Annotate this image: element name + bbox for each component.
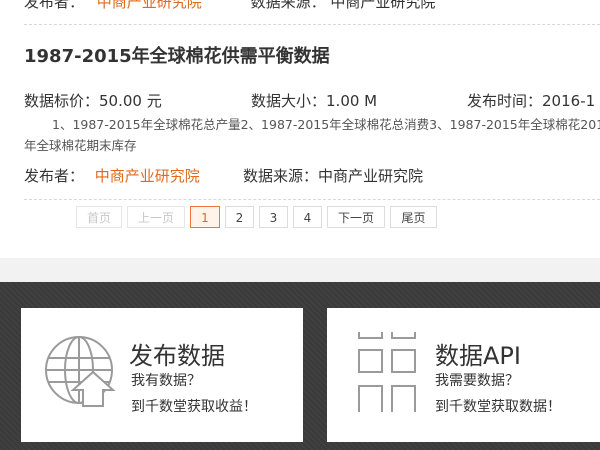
- source-label: 数据来源：: [250, 0, 326, 10]
- last-page-button[interactable]: 尾页: [390, 206, 437, 228]
- price-value: 50.00 元: [99, 92, 162, 110]
- divider: [24, 24, 600, 25]
- size-value: 1.00 M: [326, 92, 378, 110]
- grid-icon: [358, 332, 416, 412]
- first-page-button[interactable]: 首页: [76, 206, 122, 228]
- page-3-button[interactable]: 3: [259, 206, 288, 228]
- publisher-label: 发布者：: [24, 167, 85, 185]
- data-api-card[interactable]: 数据API 我需要数据？ 到千数堂获取数据！: [327, 308, 600, 442]
- time-label: 发布时间：: [467, 92, 543, 110]
- api-card-line2: 到千数堂获取数据！: [435, 399, 561, 415]
- section-gap: [0, 258, 600, 282]
- api-card-title: 数据API: [435, 342, 521, 370]
- publish-card-line1: 我有数据？: [131, 373, 201, 389]
- prev-page-button[interactable]: 上一页: [127, 206, 185, 228]
- source-field: 数据来源：中商产业研究院: [243, 165, 423, 186]
- publisher-link[interactable]: 中商产业研究院: [97, 0, 202, 10]
- description-text: 1、1987-2015年全球棉花总产量2、1987-2015年全球棉花总消费3、…: [24, 117, 600, 153]
- publisher-field: 发布者： 中商产业研究院: [24, 165, 200, 186]
- pagination: 首页 上一页 1 2 3 4 下一页 尾页: [76, 206, 437, 228]
- time-field: 发布时间：2016-1: [467, 90, 595, 111]
- next-page-button[interactable]: 下一页: [327, 206, 385, 228]
- page-2-button[interactable]: 2: [225, 206, 254, 228]
- footer-promo: 发布数据 我有数据？ 到千数堂获取收益！ 数据API 我需要数据？ 到千数堂获取…: [0, 282, 600, 450]
- price-label: 数据标价：: [24, 92, 100, 110]
- publisher-link[interactable]: 中商产业研究院: [95, 167, 200, 185]
- previous-item-footer: 发布者： 中商产业研究院 数据来源： 中商产业研究院: [0, 0, 600, 10]
- page-1-button[interactable]: 1: [190, 206, 220, 228]
- page-4-button[interactable]: 4: [293, 206, 322, 228]
- source-value: 中商产业研究院: [330, 0, 436, 10]
- api-card-line1: 我需要数据？: [435, 373, 519, 389]
- size-label: 数据大小：: [251, 92, 327, 110]
- time-value: 2016-1: [542, 92, 596, 110]
- source-value: 中商产业研究院: [318, 167, 424, 185]
- dataset-title[interactable]: 1987-2015年全球棉花供需平衡数据: [24, 42, 330, 68]
- source-label: 数据来源：: [243, 167, 319, 185]
- divider: [24, 199, 600, 200]
- dataset-description: 1、1987-2015年全球棉花总产量2、1987-2015年全球棉花总消费3、…: [24, 114, 600, 156]
- price-field: 数据标价：50.00 元: [24, 90, 162, 111]
- size-field: 数据大小：1.00 M: [251, 90, 377, 111]
- globe-upload-icon: [45, 336, 116, 407]
- publisher-label: 发布者：: [24, 0, 85, 10]
- publish-card-title: 发布数据: [129, 342, 225, 370]
- publish-card-line2: 到千数堂获取收益！: [131, 399, 257, 415]
- publish-data-card[interactable]: 发布数据 我有数据？ 到千数堂获取收益！: [21, 308, 303, 442]
